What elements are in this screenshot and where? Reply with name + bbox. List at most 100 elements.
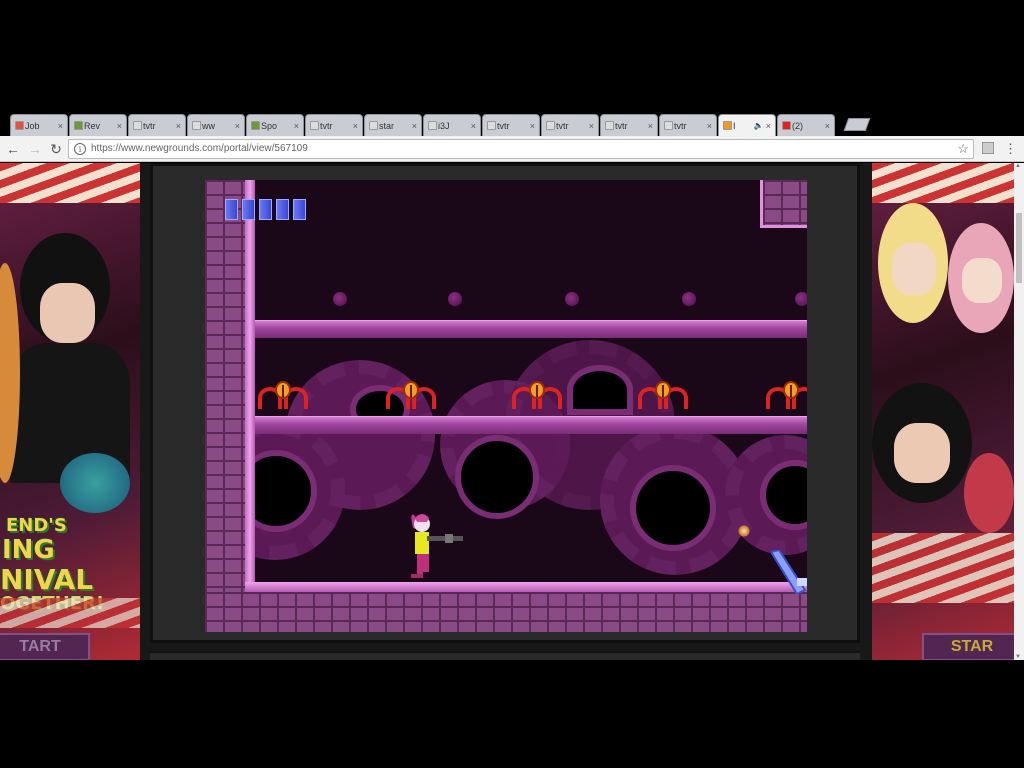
left-brick-wall	[205, 180, 245, 632]
tab-title: tvtr	[674, 120, 687, 131]
page-icon	[546, 121, 555, 130]
corner-brick-block	[760, 180, 807, 228]
page-icon	[664, 121, 673, 130]
speaker-icon[interactable]: 🔈	[754, 121, 764, 130]
health-cell	[242, 199, 255, 220]
ad-pink-face	[962, 258, 1002, 303]
ad-blonde-face	[892, 243, 936, 295]
tab-close-icon[interactable]: ×	[589, 121, 594, 131]
gear-hole	[567, 365, 633, 415]
bookmark-star-icon[interactable]: ☆	[957, 141, 969, 157]
ad-stripes	[0, 163, 140, 203]
scroll-thumb[interactable]	[1016, 213, 1022, 283]
tab-title: Rev	[84, 120, 101, 131]
browser-tab[interactable]: tvtr ×	[541, 114, 599, 136]
energy-bullet	[738, 525, 750, 537]
upper-pipe-platform	[255, 320, 807, 338]
tab-close-icon[interactable]: ×	[648, 121, 653, 131]
tab-title: i3J	[438, 120, 450, 131]
extension-icon[interactable]	[982, 142, 994, 154]
tab-close-icon[interactable]: ×	[235, 121, 240, 131]
forward-arrow-icon[interactable]: →	[26, 140, 44, 158]
tab-title: tvtr	[556, 120, 569, 131]
health-cell	[259, 199, 272, 220]
reload-icon[interactable]: ↻	[47, 140, 65, 158]
browser-tab[interactable]: star ×	[364, 114, 422, 136]
browser-tab[interactable]: Rev ×	[69, 114, 127, 136]
floor-bricks	[205, 592, 807, 632]
screen: Job × Rev × tvtr × ww × Spo × tvtr × star × i3J × tvtr × t…	[0, 0, 1024, 768]
browser-tab[interactable]: tvtr ×	[482, 114, 540, 136]
browser-tab[interactable]: I 🔈 ×	[718, 114, 776, 136]
ad-peacock-feather	[60, 453, 130, 513]
health-cell	[293, 199, 306, 220]
browser-tab[interactable]: ww ×	[187, 114, 245, 136]
ceiling-bulb	[565, 292, 579, 306]
left-ad-banner[interactable]: END'S ING NIVAL OGETHER! TART	[0, 163, 140, 660]
game-canvas[interactable]	[205, 180, 807, 632]
ad-stripes-bottom	[872, 533, 1014, 603]
browser-tab[interactable]: tvtr ×	[305, 114, 363, 136]
health-cell	[276, 199, 289, 220]
right-ad-banner[interactable]: STAR	[872, 163, 1014, 660]
tab-close-icon[interactable]: ×	[117, 121, 122, 131]
tab-strip: Job × Rev × tvtr × ww × Spo × tvtr × star × i3J × tvtr × t…	[0, 112, 1024, 136]
red-favicon-icon	[15, 121, 24, 130]
back-arrow-icon[interactable]: ←	[4, 140, 22, 158]
winged-eye-enemy	[512, 381, 562, 409]
middle-pipe-platform	[255, 416, 807, 434]
browser-tab[interactable]: tvtr ×	[600, 114, 658, 136]
new-tab-button[interactable]	[843, 118, 871, 131]
ad-start-button[interactable]: TART	[0, 633, 90, 660]
tab-close-icon[interactable]: ×	[530, 121, 535, 131]
ad-character-face	[40, 283, 95, 343]
game-frame-footer	[150, 651, 860, 660]
page-icon	[133, 121, 142, 130]
ceiling-bulb	[333, 292, 347, 306]
tab-close-icon[interactable]: ×	[707, 121, 712, 131]
browser-tab[interactable]: Spo ×	[246, 114, 304, 136]
scroll-up-arrow-icon[interactable]: ▲	[1015, 163, 1021, 169]
tab-close-icon[interactable]: ×	[825, 121, 830, 131]
ceiling-bulb	[795, 292, 807, 306]
ad-stripes	[872, 163, 1014, 203]
browser-tab[interactable]: (2) ×	[777, 114, 835, 136]
page-scrollbar[interactable]: ▲ ▼	[1014, 163, 1024, 660]
browser-tab[interactable]: Job ×	[10, 114, 68, 136]
tab-close-icon[interactable]: ×	[294, 121, 299, 131]
ad-headline-line3: NIVAL	[0, 563, 94, 596]
webpage: END'S ING NIVAL OGETHER! TART STAR	[0, 163, 1014, 660]
browser-menu-icon[interactable]: ⋮	[1004, 141, 1017, 157]
tab-title: Job	[25, 120, 40, 131]
tab-close-icon[interactable]: ×	[176, 121, 181, 131]
tab-close-icon[interactable]: ×	[58, 121, 63, 131]
browser-tab[interactable]: i3J ×	[423, 114, 481, 136]
ad-headline-line2: ING	[2, 535, 55, 565]
page-icon	[310, 121, 319, 130]
tab-title: tvtr	[320, 120, 333, 131]
ad-start-button[interactable]: STAR	[922, 633, 1014, 660]
browser-tab[interactable]: tvtr ×	[659, 114, 717, 136]
ad-masked-character	[964, 453, 1014, 533]
url-text[interactable]: https://www.newgrounds.com/portal/view/5…	[91, 143, 308, 154]
winged-eye-enemy	[386, 381, 436, 409]
tab-title: ww	[202, 120, 215, 131]
info-icon[interactable]: i	[74, 143, 86, 155]
page-icon	[369, 121, 378, 130]
youtube-favicon-icon	[782, 121, 791, 130]
ad-stripes-bottom	[0, 598, 140, 628]
tab-close-icon[interactable]: ×	[412, 121, 417, 131]
winged-eye-enemy	[766, 381, 807, 409]
ceiling-bulb	[448, 292, 462, 306]
scroll-down-arrow-icon[interactable]: ▼	[1015, 654, 1021, 660]
exit-ramp	[771, 550, 807, 594]
browser-tab[interactable]: tvtr ×	[128, 114, 186, 136]
newgrounds-favicon-icon	[723, 121, 732, 130]
tab-close-icon[interactable]: ×	[353, 121, 358, 131]
page-icon	[192, 121, 201, 130]
tab-close-icon[interactable]: ×	[471, 121, 476, 131]
tab-title: tvtr	[497, 120, 510, 131]
tab-close-icon[interactable]: ×	[766, 121, 771, 131]
address-bar[interactable]: i https://www.newgrounds.com/portal/view…	[68, 139, 974, 159]
page-icon	[487, 121, 496, 130]
